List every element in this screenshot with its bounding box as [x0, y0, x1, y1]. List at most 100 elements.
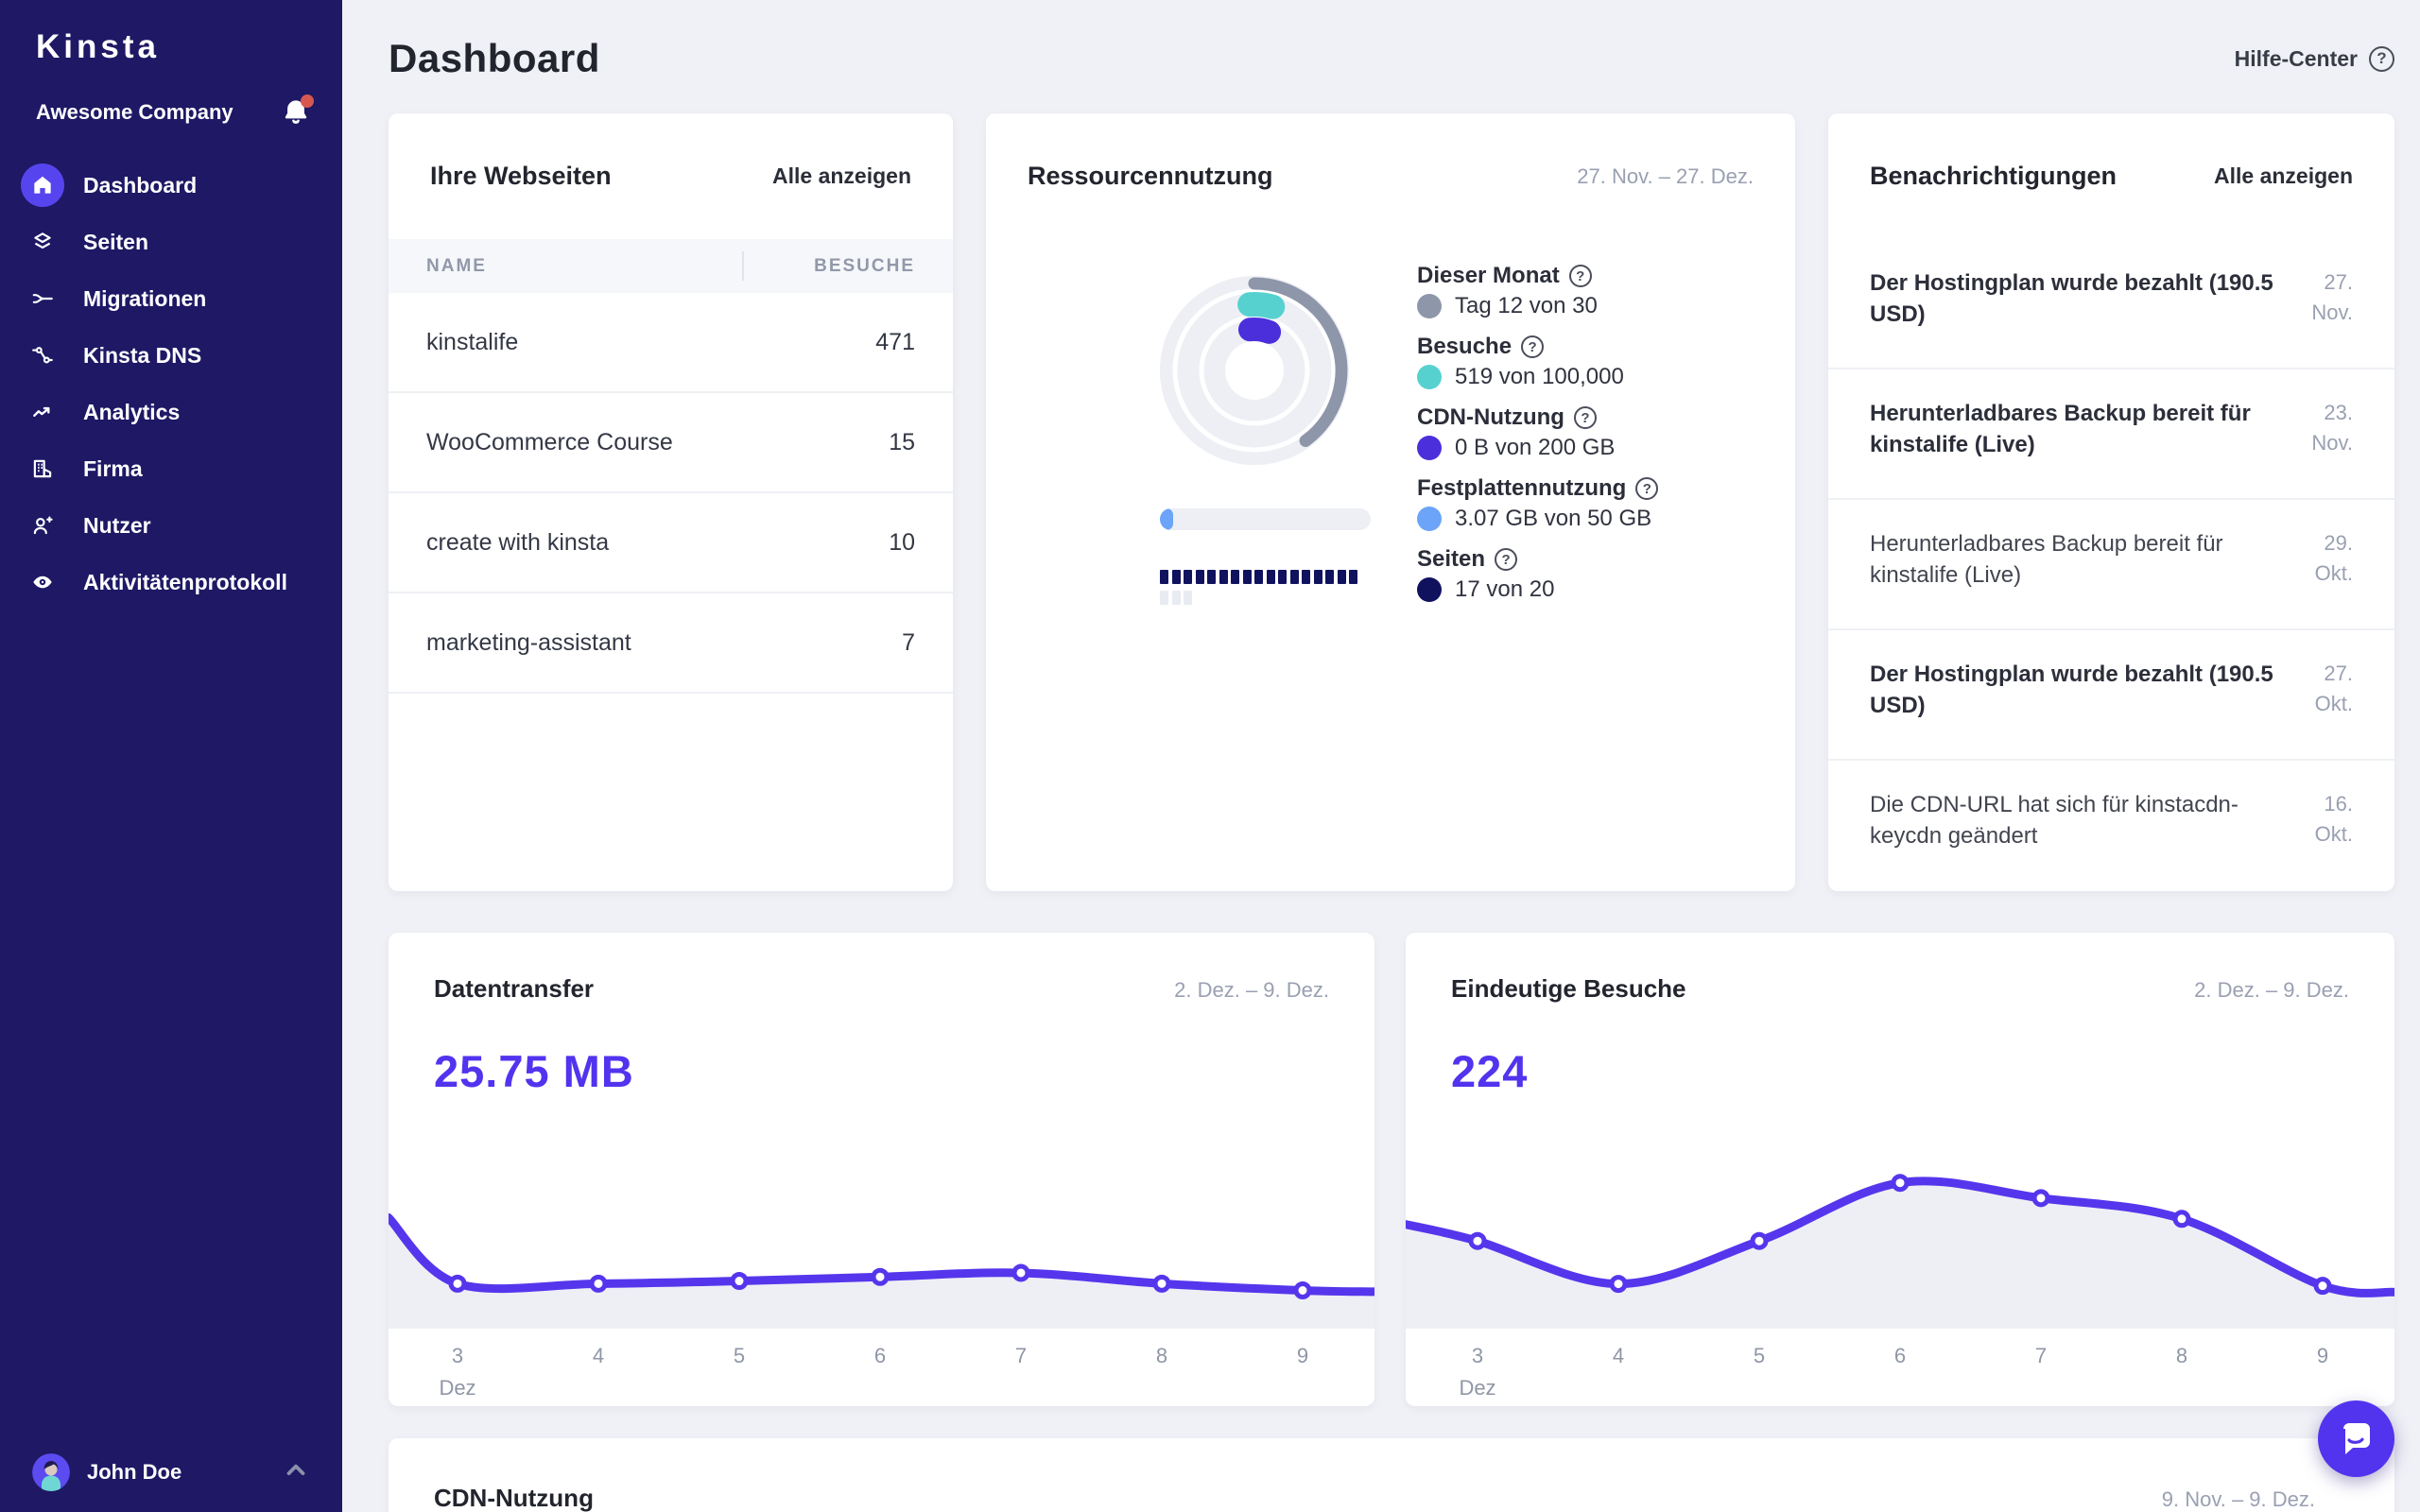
x-axis-tick: 9	[1297, 1344, 1308, 1368]
data-point[interactable]	[2034, 1192, 2048, 1205]
user-name: John Doe	[87, 1460, 282, 1485]
websites-show-all-link[interactable]: Alle anzeigen	[772, 163, 911, 189]
chevron-up-icon	[282, 1456, 310, 1489]
table-row[interactable]: marketing-assistant 7	[389, 593, 953, 694]
data-point[interactable]	[1612, 1278, 1625, 1291]
x-axis-tick: 6	[874, 1344, 886, 1368]
site-name: kinstalife	[426, 329, 518, 356]
site-visits: 7	[902, 629, 915, 657]
main-content: Dashboard Hilfe-Center ? Ihre Webseiten …	[342, 0, 2420, 1512]
home-icon	[21, 163, 64, 207]
legend-item: Seiten? 17 von 20	[1417, 546, 1658, 599]
data-point[interactable]	[1753, 1234, 1766, 1247]
unique-visits-line-chart	[1406, 1170, 2394, 1331]
data-transfer-total: 25.75 MB	[434, 1045, 1374, 1097]
notifications-card-title: Benachrichtigungen	[1870, 162, 2117, 191]
column-visits: BESUCHE	[814, 256, 915, 277]
sidebar-item-analytics[interactable]: Analytics	[0, 384, 342, 440]
list-item[interactable]: Der Hostingplan wurde bezahlt (190.5 USD…	[1828, 630, 2394, 761]
websites-card-title: Ihre Webseiten	[430, 162, 612, 191]
legend-dot	[1417, 577, 1442, 602]
table-row[interactable]: create with kinsta 10	[389, 493, 953, 593]
x-axis-tick: 7	[1015, 1344, 1027, 1368]
page-segment	[1184, 591, 1192, 605]
unread-indicator-dot	[301, 94, 314, 108]
notifications-show-all-link[interactable]: Alle anzeigen	[2214, 163, 2353, 189]
sidebar-item-firma[interactable]: Firma	[0, 440, 342, 497]
merge-icon	[21, 277, 64, 320]
sidebar-item-nutzer[interactable]: Nutzer	[0, 497, 342, 554]
legend-item: Dieser Monat? Tag 12 von 30	[1417, 263, 1658, 316]
page-segment	[1243, 570, 1252, 584]
page-segment	[1325, 570, 1334, 584]
resources-card: Ressourcennutzung 27. Nov. – 27. Dez. Di…	[986, 113, 1795, 891]
unique-visits-x-axis: 3Dez456789	[1406, 1327, 2394, 1406]
x-axis-month-label: Dez	[439, 1376, 475, 1400]
data-point[interactable]	[2175, 1212, 2188, 1226]
list-item[interactable]: Herunterladbares Backup bereit für kinst…	[1828, 369, 2394, 500]
help-circle-icon[interactable]: ?	[1574, 406, 1597, 429]
site-visits: 10	[889, 529, 915, 557]
notifications-card: Benachrichtigungen Alle anzeigen Der Hos…	[1828, 113, 2394, 891]
chat-bubble-icon	[2335, 1418, 2378, 1461]
page-segment	[1219, 570, 1228, 584]
sidebar-item-migrationen[interactable]: Migrationen	[0, 270, 342, 327]
eye-icon	[21, 560, 64, 604]
data-point[interactable]	[2316, 1280, 2329, 1293]
notifications-bell-icon[interactable]	[280, 96, 312, 129]
unique-visits-title: Eindeutige Besuche	[1451, 974, 1686, 1004]
x-axis-tick: 4	[593, 1344, 604, 1368]
help-circle-icon: ?	[2369, 46, 2394, 72]
help-circle-icon[interactable]: ?	[1635, 477, 1658, 500]
sidebar-item-seiten[interactable]: Seiten	[0, 214, 342, 270]
x-axis-tick: 4	[1613, 1344, 1624, 1368]
websites-card: Ihre Webseiten Alle anzeigen NAME BESUCH…	[389, 113, 953, 891]
disk-usage-progress-bar	[1160, 508, 1371, 530]
chat-widget-button[interactable]	[2318, 1400, 2394, 1477]
data-point[interactable]	[1155, 1277, 1168, 1290]
page-segment	[1196, 570, 1204, 584]
page-segment	[1207, 570, 1216, 584]
sidebar-item-dashboard[interactable]: Dashboard	[0, 157, 342, 214]
table-row[interactable]: WooCommerce Course 15	[389, 393, 953, 493]
legend-item: CDN-Nutzung? 0 B von 200 GB	[1417, 404, 1658, 457]
notification-date: 27.Nov.	[2276, 239, 2353, 368]
user-menu[interactable]: John Doe	[0, 1453, 342, 1491]
data-point[interactable]	[592, 1277, 605, 1290]
data-point[interactable]	[873, 1270, 887, 1283]
building-icon	[21, 447, 64, 490]
list-item[interactable]: Der Hostingplan wurde bezahlt (190.5 USD…	[1828, 239, 2394, 369]
page-segment	[1231, 570, 1239, 584]
site-name: create with kinsta	[426, 529, 609, 557]
data-point[interactable]	[1471, 1234, 1484, 1247]
x-axis-tick: 5	[734, 1344, 745, 1368]
data-point[interactable]	[451, 1277, 464, 1290]
user-plus-icon	[21, 504, 64, 547]
x-axis-month-label: Dez	[1459, 1376, 1495, 1400]
data-point[interactable]	[1014, 1266, 1028, 1280]
help-circle-icon[interactable]: ?	[1569, 265, 1592, 287]
list-item[interactable]: Die CDN-URL hat sich für kinstacdn-keycd…	[1828, 761, 2394, 891]
help-circle-icon[interactable]: ?	[1521, 335, 1544, 358]
company-name: Awesome Company	[36, 100, 233, 125]
help-circle-icon[interactable]: ?	[1495, 548, 1517, 571]
sidebar-item-aktivitaetenprotokoll[interactable]: Aktivitätenprotokoll	[0, 554, 342, 610]
page-segment	[1172, 591, 1181, 605]
sidebar-item-kinsta-dns[interactable]: Kinsta DNS	[0, 327, 342, 384]
table-row[interactable]: kinstalife 471	[389, 293, 953, 393]
layers-icon	[21, 220, 64, 264]
notification-date: 16.Okt.	[2276, 761, 2353, 891]
data-point[interactable]	[1296, 1283, 1309, 1297]
page-segment	[1278, 570, 1287, 584]
pages-segments-bar	[1160, 570, 1366, 605]
unique-visits-card: Eindeutige Besuche 2. Dez. – 9. Dez. 224…	[1406, 933, 2394, 1406]
list-item[interactable]: Herunterladbares Backup bereit für kinst…	[1828, 500, 2394, 630]
data-point[interactable]	[733, 1275, 746, 1288]
data-transfer-line-chart	[389, 1170, 1374, 1331]
data-point[interactable]	[1893, 1177, 1907, 1190]
column-divider	[742, 251, 744, 281]
data-transfer-card: Datentransfer 2. Dez. – 9. Dez. 25.75 MB…	[389, 933, 1374, 1406]
legend-item: Festplattennutzung? 3.07 GB von 50 GB	[1417, 475, 1658, 528]
help-center-link[interactable]: Hilfe-Center ?	[2235, 46, 2394, 72]
site-visits: 15	[889, 429, 915, 456]
